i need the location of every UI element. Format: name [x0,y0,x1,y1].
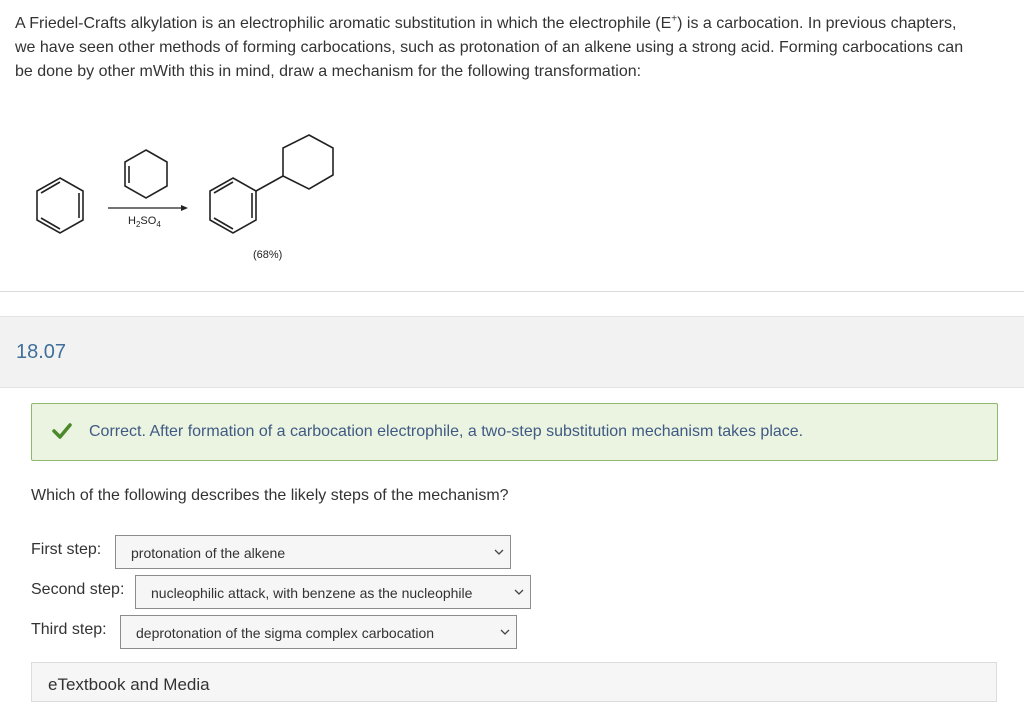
yield-label: (68%) [253,249,282,261]
reaction-arrow [108,205,188,211]
chevron-down-icon [494,549,504,555]
chevron-down-icon [514,589,524,595]
benzene-reactant [36,177,84,234]
first-step-value: protonation of the alkene [131,545,286,561]
question-header: 18.07 [0,316,1024,388]
product-molecule [209,134,334,234]
third-step-label: Third step: [31,621,107,638]
question-prompt: Which of the following describes the lik… [31,487,509,504]
chevron-down-icon [500,629,510,635]
checkmark-icon [52,423,72,439]
problem-intro: A Friedel-Crafts alkylation is an electr… [15,12,1015,84]
etextbook-media-panel[interactable]: eTextbook and Media [31,662,997,702]
cyclohexene-reagent [124,149,168,199]
reaction-scheme: H2SO4 (68%) [36,134,334,261]
feedback-box: Correct. After formation of a carbocatio… [31,403,998,461]
intro-line2: we have seen other methods of forming ca… [15,39,964,56]
intro-line1a: A Friedel-Crafts alkylation is an electr… [15,15,672,32]
first-step-label: First step: [31,541,102,558]
second-step-value: nucleophilic attack, with benzene as the… [151,585,473,601]
intro-line1b: ) is a carbocation. In previous chapters… [677,15,957,32]
second-step-select[interactable]: nucleophilic attack, with benzene as the… [135,575,531,609]
question-number: 18.07 [16,341,67,363]
third-step-value: deprotonation of the sigma complex carbo… [136,625,435,641]
third-step-select[interactable]: deprotonation of the sigma complex carbo… [120,615,517,649]
second-step-label: Second step: [31,581,125,598]
divider [0,291,1024,292]
feedback-text: Correct. After formation of a carbocatio… [89,423,804,440]
intro-line3: be done by other mWith this in mind, dra… [15,63,642,80]
first-step-select[interactable]: protonation of the alkene [115,535,511,569]
etextbook-label: eTextbook and Media [48,675,210,694]
reagent-label: H2SO4 [128,215,161,229]
